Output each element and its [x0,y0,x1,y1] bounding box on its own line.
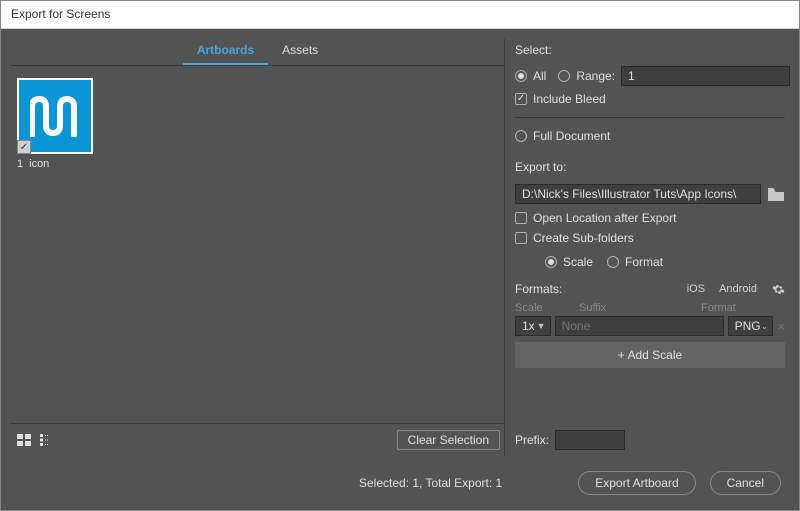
clear-selection-button[interactable]: Clear Selection [397,430,500,450]
prefix-label: Prefix: [515,433,549,447]
selection-status: Selected: 1, Total Export: 1 [359,476,502,490]
scale-select[interactable]: 1x▼ [515,316,551,336]
artboard-thumbnail[interactable]: ✓ [17,78,93,154]
preset-android-link[interactable]: Android [719,283,757,295]
radio-subfolder-scale[interactable] [545,256,557,268]
artboard-name: icon [29,158,49,170]
artboard-preview-icon [30,95,80,137]
panel-tabs: Artboards Assets [11,39,504,66]
col-head-suffix: Suffix [579,302,697,314]
gear-icon[interactable] [771,282,785,296]
col-head-scale: Scale [515,302,575,314]
radio-subfolder-format[interactable] [607,256,619,268]
formats-label: Formats: [515,282,562,296]
export-for-screens-dialog: Export for Screens Artboards Assets ✓ [0,0,800,511]
list-view-icon[interactable] [39,433,57,447]
suffix-input[interactable] [555,316,724,336]
radio-all-label: All [533,69,546,83]
open-location-label: Open Location after Export [533,211,676,225]
delete-row-icon[interactable]: × [777,319,785,334]
format-select[interactable]: PNG⌄ [728,316,774,336]
radio-full-document[interactable] [515,130,527,142]
artboard-grid: ✓ 1 icon [11,66,504,423]
radio-range-label: Range: [576,69,615,83]
select-label: Select: [515,43,785,57]
format-row: 1x▼ PNG⌄ × [515,316,785,336]
include-bleed-label: Include Bleed [533,92,606,106]
checkbox-create-subfolders[interactable] [515,232,527,244]
checkbox-open-location[interactable] [515,212,527,224]
checkbox-include-bleed[interactable] [515,93,527,105]
subfolder-scale-label: Scale [563,255,593,269]
tab-artboards[interactable]: Artboards [183,39,268,65]
artboards-panel: Artboards Assets ✓ 1 icon [11,39,505,456]
grid-view-icon[interactable] [15,433,33,447]
radio-range[interactable] [558,70,570,82]
export-artboard-button[interactable]: Export Artboard [578,471,695,495]
browse-folder-icon[interactable] [767,186,785,202]
full-document-label: Full Document [533,129,610,143]
dialog-footer: Selected: 1, Total Export: 1 Export Artb… [1,456,799,510]
radio-all[interactable] [515,70,527,82]
export-to-label: Export to: [515,160,785,174]
export-path-input[interactable] [515,184,761,204]
artboard-selected-checkbox[interactable]: ✓ [17,140,31,154]
settings-panel: Select: All Range: Include Bleed Full Do [515,39,789,456]
range-input[interactable] [621,66,790,86]
preset-ios-link[interactable]: iOS [687,283,705,295]
add-scale-button[interactable]: + Add Scale [515,342,785,368]
prefix-input[interactable] [555,430,625,450]
artboard-item[interactable]: ✓ 1 icon [17,78,103,170]
cancel-button[interactable]: Cancel [710,471,781,495]
col-head-format: Format [701,302,765,314]
subfolder-format-label: Format [625,255,663,269]
artboard-index: 1 [17,158,23,170]
tab-assets[interactable]: Assets [268,39,332,65]
create-subfolders-label: Create Sub-folders [533,231,634,245]
window-title: Export for Screens [1,1,799,29]
